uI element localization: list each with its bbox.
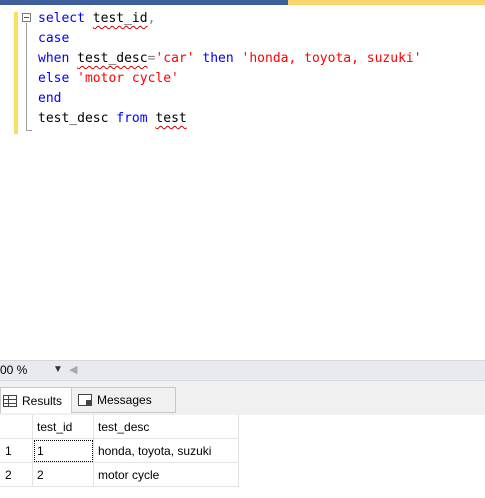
cell-test-id[interactable]: 2 bbox=[32, 462, 94, 487]
column-header-test-desc[interactable]: test_desc bbox=[93, 415, 239, 439]
cell-test-desc[interactable]: motor cycle bbox=[93, 462, 239, 487]
collapse-region-icon[interactable] bbox=[22, 13, 31, 22]
tab-results[interactable]: Results bbox=[0, 387, 72, 413]
code-line[interactable]: test_desc from test bbox=[38, 109, 422, 129]
code-token: test_desc bbox=[77, 51, 148, 66]
results-table: test_id test_desc 1 1 honda, toyota, suz… bbox=[0, 415, 239, 487]
column-header-test-id[interactable]: test_id bbox=[32, 415, 94, 439]
zoom-level[interactable]: 00 % bbox=[0, 363, 27, 377]
row-number-header[interactable] bbox=[0, 415, 33, 439]
code-token: 'car' bbox=[155, 51, 195, 66]
tab-messages[interactable]: Messages bbox=[72, 387, 176, 413]
code-token: from bbox=[116, 111, 156, 126]
sql-code[interactable]: select test_id, case when test_desc='car' … bbox=[38, 9, 422, 129]
zoom-dropdown-icon[interactable]: ▼ bbox=[53, 364, 63, 375]
zoom-status-bar: 00 % ▼ ◀ bbox=[0, 360, 485, 381]
code-token: test_desc bbox=[38, 111, 117, 126]
code-token: then bbox=[194, 51, 242, 66]
code-line[interactable]: case bbox=[38, 29, 422, 49]
outline-guide bbox=[26, 23, 27, 131]
code-line[interactable]: select test_id, bbox=[38, 9, 422, 29]
outline-guide-end bbox=[26, 130, 32, 131]
scroll-left-icon[interactable]: ◀ bbox=[69, 363, 77, 376]
code-token: , bbox=[147, 11, 156, 26]
query-editor[interactable]: select test_id, case when test_desc='car' … bbox=[0, 5, 485, 360]
row-number[interactable]: 2 bbox=[0, 462, 33, 487]
horizontal-scrollbar[interactable] bbox=[78, 365, 478, 375]
code-token: end bbox=[38, 91, 62, 106]
grid-icon bbox=[3, 394, 17, 407]
table-row[interactable]: 1 1 honda, toyota, suzuki bbox=[0, 438, 239, 463]
row-number[interactable]: 1 bbox=[0, 438, 33, 463]
header-row: test_id test_desc bbox=[0, 415, 239, 439]
cell-test-id[interactable]: 1 bbox=[32, 438, 94, 463]
results-pane: Results Messages test_id test_desc 1 1 h… bbox=[0, 381, 485, 498]
code-line[interactable]: when test_desc='car' then 'honda, toyota… bbox=[38, 49, 422, 69]
code-token: test_id bbox=[92, 11, 148, 26]
table-row[interactable]: 2 2 motor cycle bbox=[0, 462, 239, 487]
code-token: else bbox=[38, 71, 78, 86]
code-line[interactable]: end bbox=[38, 89, 422, 109]
cell-test-desc[interactable]: honda, toyota, suzuki bbox=[93, 438, 239, 463]
changed-lines-marker bbox=[14, 12, 18, 134]
messages-icon bbox=[78, 394, 92, 406]
results-grid[interactable]: test_id test_desc 1 1 honda, toyota, suz… bbox=[0, 415, 485, 498]
code-token: 'honda, toyota, suzuki' bbox=[241, 51, 422, 66]
tab-messages-label: Messages bbox=[97, 393, 152, 407]
code-token: select bbox=[38, 11, 93, 26]
code-token: case bbox=[38, 31, 70, 46]
code-token: test bbox=[155, 111, 187, 126]
code-token: 'motor cycle' bbox=[77, 71, 179, 86]
code-line[interactable]: else 'motor cycle' bbox=[38, 69, 422, 89]
tab-results-label: Results bbox=[22, 393, 63, 408]
code-token: when bbox=[38, 51, 78, 66]
